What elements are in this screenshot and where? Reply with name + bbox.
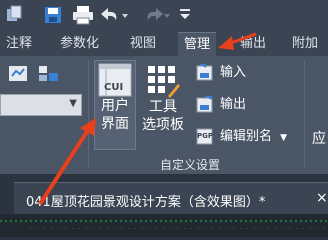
edit-aliases-label: 编辑别名 [220,129,273,144]
customization-panel-title[interactable]: 自定义设置 [160,156,220,173]
panel-separator [88,60,89,168]
export-button[interactable]: 输出 [196,94,246,116]
tool-palette-grid-icon [146,64,180,98]
variables-icon[interactable] [38,64,60,88]
document-tab-bar: 041屋顶花园景观设计方案（含效果图）* × [0,174,328,215]
ribbon-panel-area: ▼ CUI 用户 界面 工具 选项板 输入 输出 PGP 编辑别名 ▼ 应 自定… [0,56,328,174]
canvas-linework-secondary [30,228,328,229]
action-dropdown[interactable]: ▼ [0,94,82,116]
tool-palettes-button[interactable]: 工具 选项板 [138,60,188,150]
import-label: 输入 [220,65,247,80]
tool-palettes-label-line2: 选项板 [142,117,184,133]
tab-parametric[interactable]: 参数化 [60,32,99,56]
tab-output[interactable]: 输出 [240,32,266,56]
import-button[interactable]: 输入 [196,62,246,84]
export-label: 输出 [220,97,247,112]
drawing-canvas[interactable] [0,214,328,237]
edit-aliases-pgp-icon: PGP [196,127,214,145]
user-interface-button[interactable]: CUI 用户 界面 [94,60,136,150]
ribbon-tab-bar: 注释 参数化 视图 管理 输出 附加 [0,32,328,57]
undo-icon[interactable] [100,5,130,29]
tab-view[interactable]: 视图 [130,32,156,56]
redo-icon[interactable] [142,5,172,29]
quick-access-toolbar [0,0,328,32]
export-cui-icon [196,95,214,113]
action-recorder-icon[interactable] [8,64,30,88]
document-close-icon[interactable]: × [316,190,328,206]
left-panel-partial: ▼ [0,56,88,174]
tab-annotate[interactable]: 注释 [6,32,32,56]
save-icon[interactable] [44,5,64,29]
user-interface-label-line1: 用户 [101,98,129,114]
print-icon[interactable] [72,5,94,29]
next-panel-partial-label[interactable]: 应 [312,128,326,148]
dropdown-icon[interactable] [178,5,192,29]
pgp-badge: PGP [197,131,214,140]
user-interface-label-line2: 界面 [101,116,129,132]
tab-manage[interactable]: 管理 [178,32,217,57]
cui-badge: CUI [104,82,124,93]
cui-window-icon: CUI [98,63,132,97]
edit-aliases-button[interactable]: PGP 编辑别名 ▼ [196,126,287,148]
tool-palettes-label-line1: 工具 [149,99,177,115]
canvas-linework [0,220,328,222]
chevron-down-icon: ▼ [69,98,77,109]
panel-separator-right [304,60,305,168]
document-tab[interactable]: 041屋顶花园景观设计方案（含效果图）* × [14,182,328,215]
import-cui-icon [196,63,214,81]
layers-icon[interactable] [6,5,24,29]
tab-addins[interactable]: 附加 [292,32,318,56]
edit-aliases-dropdown-icon[interactable]: ▼ [280,133,287,143]
document-tab-title: 041屋顶花园景观设计方案（含效果图）* [26,195,266,210]
